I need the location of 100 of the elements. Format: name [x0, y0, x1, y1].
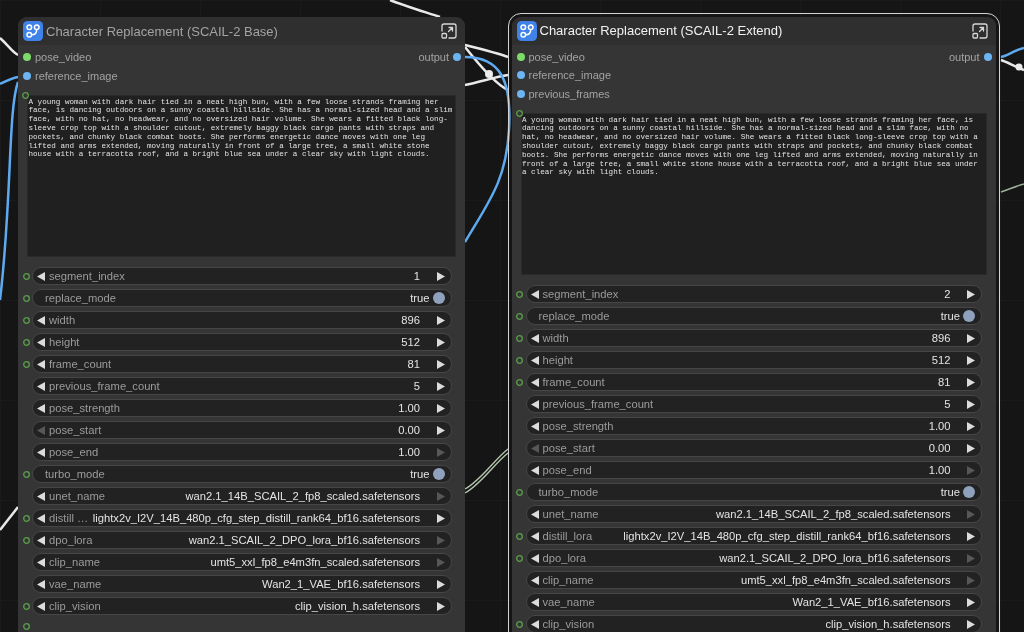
right-arrow-icon[interactable] — [436, 381, 445, 391]
left-arrow-icon[interactable] — [37, 491, 45, 501]
input-socket-icon[interactable] — [22, 602, 30, 610]
left-arrow-icon[interactable] — [530, 399, 539, 409]
right-arrow-icon[interactable] — [967, 355, 975, 365]
expand-icon[interactable] — [441, 23, 457, 39]
toggle-knob-icon[interactable] — [432, 292, 445, 304]
input-socket-icon[interactable] — [22, 272, 30, 280]
number-stepper[interactable]: previous_frame_count 5 — [32, 377, 452, 395]
dropdown-select[interactable]: distill_lora lightx2v_I2V_14B_480p_cfg_step_distill_rank64_bf16.safetensors — [525, 527, 982, 545]
input-socket-icon[interactable] — [22, 360, 30, 368]
dropdown-select[interactable]: clip_name umt5_xxl_fp8_e4m3fn_scaled.safetensors — [525, 571, 982, 589]
right-arrow-icon[interactable] — [436, 271, 445, 281]
toggle-knob-icon[interactable] — [432, 468, 445, 480]
number-stepper[interactable]: pose_end 1.00 — [525, 461, 982, 479]
right-arrow-icon[interactable] — [967, 399, 975, 409]
number-stepper[interactable]: width 896 — [525, 329, 982, 347]
number-stepper[interactable]: height 512 — [32, 333, 452, 351]
toggle-knob-icon[interactable] — [963, 310, 975, 322]
number-stepper[interactable]: segment_index 1 — [32, 267, 452, 285]
input-dot-icon[interactable] — [516, 89, 525, 98]
input-socket-icon[interactable] — [22, 514, 30, 522]
right-arrow-icon[interactable] — [967, 531, 975, 541]
number-stepper[interactable]: width 896 — [32, 311, 452, 329]
number-stepper[interactable]: pose_end 1.00 — [32, 443, 452, 461]
left-arrow-icon[interactable] — [530, 355, 539, 365]
number-stepper[interactable]: segment_index 2 — [525, 285, 982, 303]
left-arrow-icon[interactable] — [530, 509, 539, 519]
right-arrow-icon[interactable] — [967, 597, 975, 607]
right-arrow-icon[interactable] — [967, 377, 975, 387]
right-arrow-icon[interactable] — [436, 513, 445, 523]
toggle-switch[interactable]: replace_mode true — [32, 289, 452, 307]
dropdown-select[interactable]: unet_name wan2.1_14B_SCAIL_2_fp8_scaled.safetensors — [525, 505, 982, 523]
number-stepper[interactable]: pose_strength 1.00 — [32, 399, 452, 417]
right-arrow-icon[interactable] — [967, 443, 975, 453]
number-stepper[interactable]: pose_strength 1.00 — [525, 417, 982, 435]
dropdown-select[interactable]: distill … lightx2v_I2V_14B_480p_cfg_step_distill_rank64_bf16.safetensors — [32, 509, 452, 527]
right-arrow-icon[interactable] — [436, 579, 445, 589]
left-arrow-icon[interactable] — [37, 579, 45, 589]
left-arrow-icon[interactable] — [37, 513, 45, 523]
node-panel[interactable] — [18, 17, 465, 632]
input-socket-icon[interactable] — [516, 488, 523, 496]
input-socket-icon[interactable] — [22, 316, 30, 324]
left-arrow-icon[interactable] — [37, 535, 45, 545]
output-dot-icon[interactable] — [983, 52, 992, 61]
dropdown-select[interactable]: unet_name wan2.1_14B_SCAIL_2_fp8_scaled.safetensors — [32, 487, 452, 505]
input-socket-icon[interactable] — [22, 338, 30, 346]
input-socket-icon[interactable] — [516, 356, 523, 364]
left-arrow-icon[interactable] — [37, 315, 45, 325]
left-arrow-icon[interactable] — [37, 447, 45, 457]
input-socket-icon[interactable] — [22, 294, 30, 302]
left-arrow-icon[interactable] — [37, 337, 45, 347]
left-arrow-icon[interactable] — [37, 557, 45, 567]
input-socket-icon[interactable] — [22, 536, 30, 544]
right-arrow-icon[interactable] — [436, 315, 445, 325]
input-socket-icon[interactable] — [516, 532, 523, 540]
input-dot-icon[interactable] — [516, 52, 525, 61]
left-arrow-icon[interactable] — [530, 421, 539, 431]
dropdown-select[interactable]: clip_vision clip_vision_h.safetensors — [525, 615, 982, 632]
left-arrow-icon[interactable] — [530, 575, 539, 585]
number-stepper[interactable]: height 512 — [525, 351, 982, 369]
left-arrow-icon[interactable] — [530, 553, 539, 563]
right-arrow-icon[interactable] — [436, 601, 445, 611]
number-stepper[interactable]: pose_start 0.00 — [525, 439, 982, 457]
dropdown-select[interactable]: vae_name Wan2_1_VAE_bf16.safetensors — [525, 593, 982, 611]
input-socket-icon[interactable] — [22, 92, 29, 99]
input-socket-icon[interactable] — [22, 622, 30, 630]
left-arrow-icon[interactable] — [530, 465, 539, 475]
dropdown-select[interactable]: dpo_lora wan2.1_SCAIL_2_DPO_lora_bf16.safetensors — [525, 549, 982, 567]
number-stepper[interactable]: previous_frame_count 5 — [525, 395, 982, 413]
left-arrow-icon[interactable] — [530, 597, 539, 607]
input-socket-icon[interactable] — [516, 554, 523, 562]
right-arrow-icon[interactable] — [436, 425, 445, 435]
input-socket-icon[interactable] — [516, 378, 523, 386]
right-arrow-icon[interactable] — [967, 619, 975, 629]
node-panel[interactable] — [507, 12, 1000, 632]
left-arrow-icon[interactable] — [37, 271, 45, 281]
input-dot-icon[interactable] — [23, 71, 31, 80]
number-stepper[interactable]: frame_count 81 — [32, 355, 452, 373]
left-arrow-icon[interactable] — [37, 381, 45, 391]
right-arrow-icon[interactable] — [967, 289, 975, 299]
toggle-knob-icon[interactable] — [963, 486, 975, 498]
junction-dot-icon[interactable] — [485, 70, 493, 78]
right-arrow-icon[interactable] — [967, 421, 975, 431]
left-arrow-icon[interactable] — [530, 531, 539, 541]
junction-dot-icon[interactable] — [1015, 63, 1023, 71]
number-stepper[interactable]: frame_count 81 — [525, 373, 982, 391]
output-dot-icon[interactable] — [453, 53, 461, 62]
input-dot-icon[interactable] — [23, 53, 31, 62]
right-arrow-icon[interactable] — [436, 337, 445, 347]
toggle-switch[interactable]: replace_mode true — [525, 307, 982, 325]
toggle-switch[interactable]: turbo_mode true — [525, 483, 982, 501]
input-socket-icon[interactable] — [516, 312, 523, 320]
dropdown-select[interactable]: clip_vision clip_vision_h.safetensors — [32, 597, 452, 615]
left-arrow-icon[interactable] — [37, 359, 45, 369]
input-socket-icon[interactable] — [515, 110, 523, 117]
input-socket-icon[interactable] — [516, 290, 523, 298]
left-arrow-icon[interactable] — [37, 601, 45, 611]
input-socket-icon[interactable] — [22, 470, 30, 478]
expand-icon[interactable] — [971, 22, 988, 39]
